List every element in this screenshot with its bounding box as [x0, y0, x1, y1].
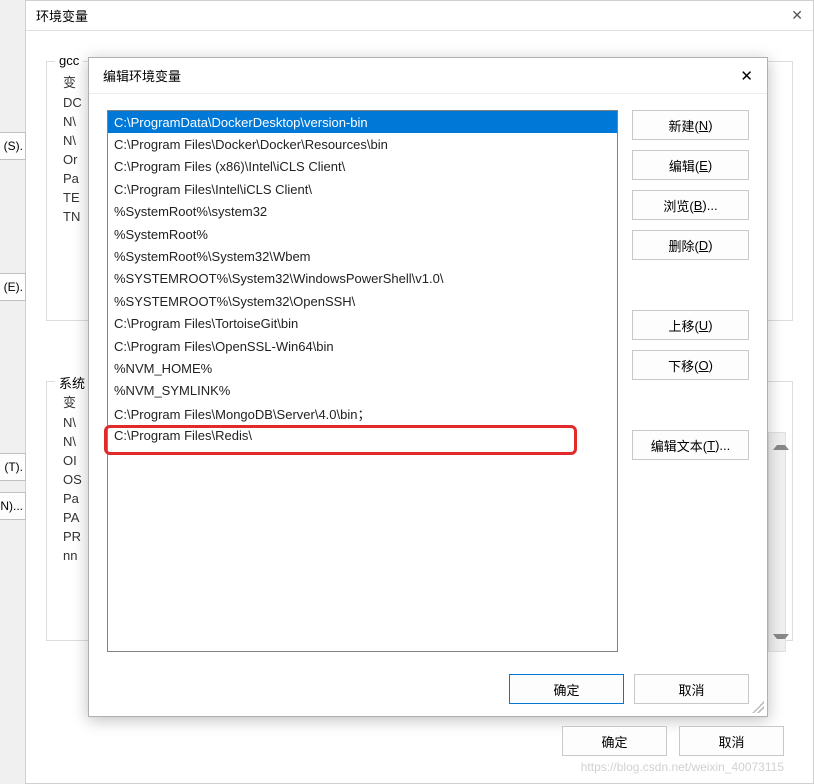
- move-up-button[interactable]: 上移(U): [632, 310, 749, 340]
- path-item[interactable]: C:\ProgramData\DockerDesktop\version-bin: [108, 111, 617, 133]
- path-item[interactable]: C:\Program Files\Docker\Docker\Resources…: [108, 133, 617, 155]
- dialog-title: 编辑环境变量: [103, 66, 181, 85]
- outer-footer: 确定 取消: [562, 726, 784, 756]
- path-item[interactable]: C:\Program Files\MongoDB\Server\4.0\bin；: [108, 402, 617, 424]
- path-item[interactable]: %SystemRoot%: [108, 223, 617, 245]
- side-btn-e[interactable]: (E).: [0, 273, 26, 301]
- watermark-text: https://blog.csdn.net/weixin_40073115: [581, 760, 784, 774]
- edit-button[interactable]: 编辑(E): [632, 150, 749, 180]
- path-item[interactable]: %NVM_SYMLINK%: [108, 380, 617, 402]
- edit-env-var-dialog: 编辑环境变量 ✕ C:\ProgramData\DockerDesktop\ve…: [88, 57, 768, 717]
- path-item[interactable]: C:\Program Files\TortoiseGit\bin: [108, 313, 617, 335]
- browse-button[interactable]: 浏览(B)...: [632, 190, 749, 220]
- outer-cancel-button[interactable]: 取消: [679, 726, 784, 756]
- path-item[interactable]: %SystemRoot%\system32: [108, 201, 617, 223]
- bg-window-title: 环境变量: [36, 6, 88, 25]
- cancel-button[interactable]: 取消: [634, 674, 749, 704]
- path-list[interactable]: C:\ProgramData\DockerDesktop\version-bin…: [107, 110, 618, 652]
- delete-button[interactable]: 删除(D): [632, 230, 749, 260]
- path-item[interactable]: %SYSTEMROOT%\System32\OpenSSH\: [108, 290, 617, 312]
- close-icon[interactable]: ✕: [791, 7, 803, 24]
- path-item[interactable]: C:\Program Files\OpenSSL-Win64\bin: [108, 335, 617, 357]
- button-column: 新建(N) 编辑(E) 浏览(B)... 删除(D) 上移(U) 下移(O) 编…: [632, 110, 749, 652]
- path-item[interactable]: C:\Program Files\Intel\iCLS Client\: [108, 178, 617, 200]
- new-button[interactable]: 新建(N): [632, 110, 749, 140]
- dialog-body: C:\ProgramData\DockerDesktop\version-bin…: [89, 94, 767, 662]
- path-item[interactable]: C:\Program Files\Redis\: [108, 424, 617, 446]
- dialog-titlebar: 编辑环境变量 ✕: [89, 58, 767, 94]
- edit-text-button[interactable]: 编辑文本(T)...: [632, 430, 749, 460]
- groupbox-label-system: 系统: [55, 373, 89, 392]
- path-item[interactable]: %SYSTEMROOT%\System32\WindowsPowerShell\…: [108, 268, 617, 290]
- bg-titlebar: 环境变量 ✕: [26, 1, 813, 31]
- close-icon[interactable]: ✕: [740, 67, 753, 85]
- side-btn-s[interactable]: (S).: [0, 132, 26, 160]
- side-btn-t[interactable]: (T).: [0, 453, 26, 481]
- outer-ok-button[interactable]: 确定: [562, 726, 667, 756]
- move-down-button[interactable]: 下移(O): [632, 350, 749, 380]
- resize-grip-icon[interactable]: [752, 701, 764, 713]
- path-item[interactable]: %NVM_HOME%: [108, 357, 617, 379]
- path-item[interactable]: C:\Program Files (x86)\Intel\iCLS Client…: [108, 156, 617, 178]
- ok-button[interactable]: 确定: [509, 674, 624, 704]
- groupbox-label-user: gcc: [55, 53, 83, 68]
- dialog-footer: 确定 取消: [89, 662, 767, 716]
- scrollbar-hint[interactable]: [768, 432, 786, 652]
- side-btn-n[interactable]: N)...: [0, 492, 26, 520]
- path-item[interactable]: %SystemRoot%\System32\Wbem: [108, 245, 617, 267]
